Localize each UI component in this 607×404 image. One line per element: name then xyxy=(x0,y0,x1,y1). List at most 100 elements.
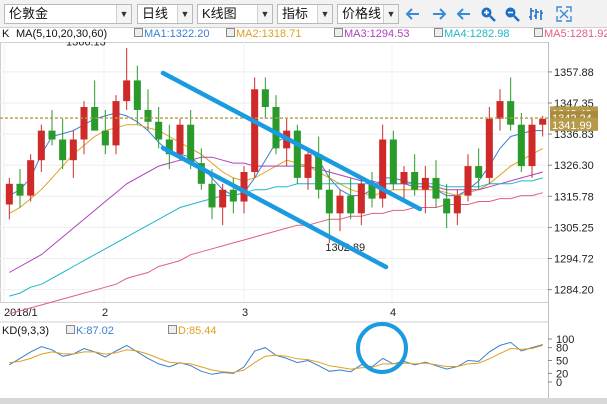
checkbox-icon[interactable] xyxy=(226,28,235,37)
candle-body xyxy=(219,189,227,208)
ma-settings[interactable]: MA(5,10,20,30,60) xyxy=(16,28,107,41)
zoom-out-icon[interactable] xyxy=(504,6,520,22)
price-tick-label: 1357.88 xyxy=(554,67,594,79)
candle-body xyxy=(80,107,88,140)
candle-body xyxy=(133,80,141,110)
ma1-value: MA1:1322.20 xyxy=(134,28,209,41)
period-label: 日线 xyxy=(142,6,169,21)
kd-k-line xyxy=(9,341,543,375)
candle-body xyxy=(453,195,461,214)
kd-legend: KD(9,3,3) K:87.02 D:85.44 xyxy=(0,325,560,339)
symbol-label: 伦敦金 xyxy=(9,6,49,21)
ma-line-ma5 xyxy=(9,192,543,315)
ma2-value: MA2:1318.71 xyxy=(226,28,301,41)
candle-body xyxy=(485,118,493,178)
candle-body xyxy=(229,189,237,202)
candle-body xyxy=(240,172,248,202)
candle-body xyxy=(315,154,323,190)
checkbox-icon[interactable] xyxy=(434,28,443,37)
overlay: 1366.131302.89 xyxy=(0,42,548,270)
candle-body xyxy=(475,166,483,178)
candle-body xyxy=(208,183,216,208)
candle-body xyxy=(432,177,440,199)
chevron-down-icon[interactable]: ▼ xyxy=(116,5,131,23)
candle-body xyxy=(443,198,451,214)
chevron-down-icon[interactable]: ▼ xyxy=(383,5,398,23)
kd-tick-label: 80 xyxy=(556,343,568,355)
price-line-dropdown[interactable]: 价格线 ▼ xyxy=(337,4,399,24)
chart-type-dropdown[interactable]: K线图 ▼ xyxy=(197,4,273,24)
candle-body xyxy=(48,130,56,140)
price-tag-label: 1341.99 xyxy=(552,120,592,132)
symbol-dropdown[interactable]: 伦敦金 ▼ xyxy=(4,4,132,24)
candle-body xyxy=(400,172,408,184)
candle-body xyxy=(421,177,429,190)
candle-body xyxy=(347,195,355,214)
kd-k-value: K:87.02 xyxy=(66,325,114,338)
period-dropdown[interactable]: 日线 ▼ xyxy=(137,4,193,24)
candle-body xyxy=(507,101,515,125)
ma3-value: MA3:1294.53 xyxy=(334,28,409,41)
status-bar xyxy=(0,398,607,404)
candle-body xyxy=(112,101,120,146)
ma-line-ma3 xyxy=(9,156,543,273)
chevron-down-icon[interactable]: ▼ xyxy=(317,5,332,23)
price-line-label: 价格线 xyxy=(342,6,382,21)
checkbox-icon[interactable] xyxy=(66,325,75,334)
checkbox-icon[interactable] xyxy=(534,28,543,37)
candle-body xyxy=(336,195,344,214)
candle-body xyxy=(187,124,195,164)
checkbox-icon[interactable] xyxy=(168,325,177,334)
high-annotation: 1366.13 xyxy=(66,42,106,49)
price-tick-label: 1326.30 xyxy=(554,160,594,172)
candle-body xyxy=(539,118,547,125)
candle-body xyxy=(357,183,365,214)
kd-tick-label: 0 xyxy=(556,377,562,389)
checkbox-icon[interactable] xyxy=(334,28,343,37)
candle-body xyxy=(37,130,45,161)
price-chart[interactable]: 2018/1 2 3 4 1366.131302.89 1357.881347.351… xyxy=(0,42,607,398)
back-arrow-icon[interactable] xyxy=(456,6,472,22)
bar-chart-icon[interactable] xyxy=(528,6,544,22)
ma-legend: K MA(5,10,20,30,60) MA1:1322.20 MA2:1318… xyxy=(0,28,607,42)
chevron-down-icon[interactable]: ▼ xyxy=(177,5,192,23)
candle-body xyxy=(59,139,67,161)
kd-settings[interactable]: KD(9,3,3) xyxy=(2,325,49,338)
ma4-value: MA4:1282.98 xyxy=(434,28,509,41)
checkbox-icon[interactable] xyxy=(134,28,143,37)
date-label: 3 xyxy=(242,307,248,319)
candle-body xyxy=(69,139,77,161)
chart-type-label: K线图 xyxy=(202,6,237,21)
indicator-dropdown[interactable]: 指标 ▼ xyxy=(277,4,333,24)
forward-icon[interactable] xyxy=(431,6,447,22)
chevron-down-icon[interactable]: ▼ xyxy=(257,5,272,23)
candle-body xyxy=(528,124,536,167)
fullscreen-icon[interactable] xyxy=(556,6,572,22)
price-tick-label: 1294.72 xyxy=(554,254,594,266)
ma5-value: MA5:1281.92 xyxy=(534,28,607,41)
back-icon[interactable] xyxy=(405,6,421,22)
candle-body xyxy=(5,183,13,205)
candle-body xyxy=(176,124,184,155)
kd-tick-label: 50 xyxy=(556,356,568,368)
candle-body xyxy=(517,124,525,167)
kd-d-value: D:85.44 xyxy=(168,325,217,338)
candle-body xyxy=(389,139,397,184)
date-label: 2 xyxy=(102,307,108,319)
candle-body xyxy=(411,172,419,190)
date-label: 2018/1 xyxy=(4,307,38,319)
k-label: K xyxy=(2,28,10,40)
toolbar: 伦敦金 ▼ 日线 ▼ K线图 ▼ 指标 ▼ 价格线 ▼ xyxy=(0,0,607,28)
candle-body xyxy=(325,189,333,214)
candle-body xyxy=(272,107,280,149)
price-tick-label: 1315.78 xyxy=(554,191,594,203)
candle-body xyxy=(27,160,35,196)
candle-body xyxy=(251,89,259,172)
zoom-in-icon[interactable] xyxy=(480,6,496,22)
candle-body xyxy=(293,130,301,178)
indicator-label: 指标 xyxy=(282,6,309,21)
candle-body xyxy=(101,130,109,146)
candle-body xyxy=(144,109,152,122)
candle-body xyxy=(155,121,163,140)
candle-body xyxy=(123,80,131,102)
